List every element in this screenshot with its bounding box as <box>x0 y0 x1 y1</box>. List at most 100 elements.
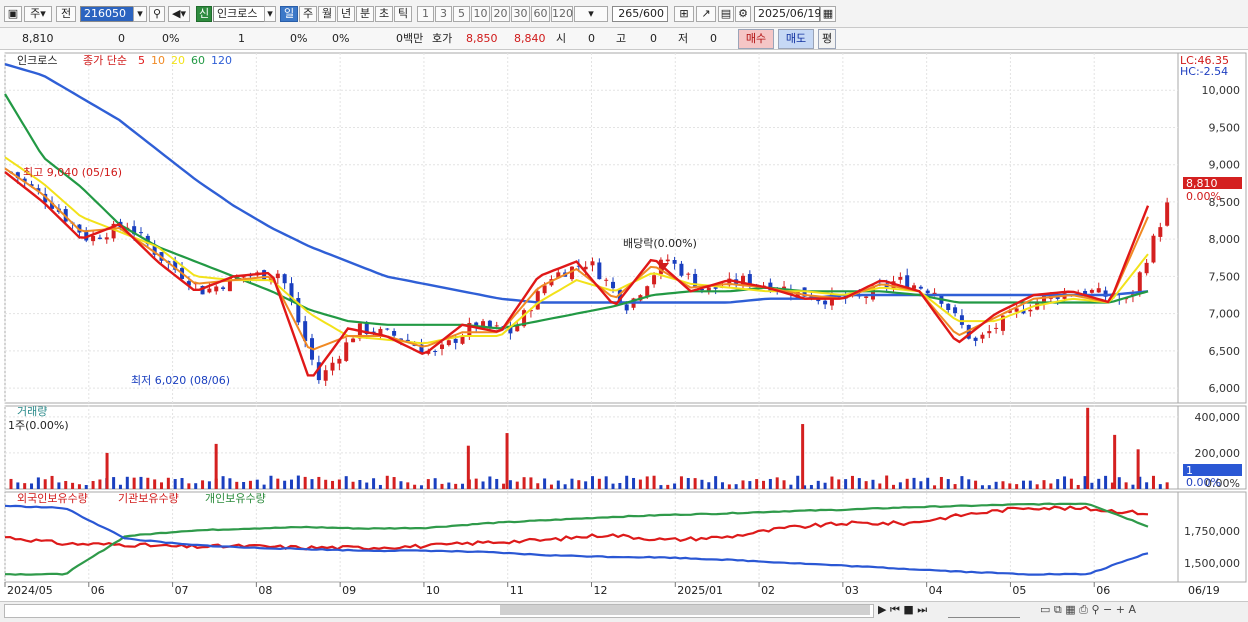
minute-step-6[interactable]: 60 <box>531 6 550 22</box>
volume-bar <box>433 478 437 489</box>
minute-step-5[interactable]: 30 <box>511 6 530 22</box>
view-icons[interactable]: ▭ ⧉ ▦ ⎙ ⚲ − + A <box>1040 603 1136 617</box>
volume-bar <box>1104 475 1108 489</box>
volume-bar <box>693 478 697 489</box>
price-tick-label: 10,000 <box>1202 84 1241 97</box>
ma-period-20: 20 <box>171 54 185 67</box>
volume-bar <box>84 485 88 489</box>
bid-value: 8,840 <box>514 32 546 45</box>
volume-bar <box>440 483 444 489</box>
minute-step-4[interactable]: 20 <box>491 6 510 22</box>
minute-step-2[interactable]: 5 <box>453 6 470 22</box>
volume-bar <box>1015 484 1019 489</box>
candle-type-icon[interactable]: ⊞ <box>674 6 694 22</box>
candle-body <box>323 370 328 381</box>
scroll-thumb[interactable] <box>500 605 870 615</box>
timeframe-6[interactable]: 틱 <box>394 6 412 22</box>
volume-bar <box>358 479 362 489</box>
timeframe-1[interactable]: 주 <box>299 6 317 22</box>
stop-icon[interactable]: ■ <box>903 603 913 616</box>
timeframe-2[interactable]: 월 <box>318 6 336 22</box>
volume-bar <box>160 482 164 489</box>
minute-step-1[interactable]: 3 <box>435 6 452 22</box>
volume-bar <box>905 478 909 489</box>
stock-code-input[interactable]: 216050 <box>80 6 138 22</box>
extra-select[interactable]: ▾ <box>574 6 608 22</box>
copy-icon[interactable]: ⧉ <box>1054 603 1062 616</box>
volume-bar <box>543 478 547 489</box>
chevron-down-icon[interactable]: ▾ <box>133 6 147 22</box>
candle-body <box>1014 308 1019 312</box>
price-panel-name-tag: 인크로스 <box>17 54 57 67</box>
timeframe-3[interactable]: 년 <box>337 6 355 22</box>
volume-bar <box>385 475 389 489</box>
month-label: 2024/05 <box>7 584 53 597</box>
candle-body <box>97 237 102 239</box>
volume-bar <box>809 484 813 489</box>
zoom-icon[interactable]: ⚲ <box>1091 603 1099 616</box>
draw-line-icon[interactable]: ↗ <box>696 6 716 22</box>
sell-button[interactable]: 매도 <box>778 29 814 49</box>
candle-body <box>597 262 602 280</box>
timeframe-4[interactable]: 분 <box>356 6 374 22</box>
period-unit-select[interactable]: 주▾ <box>24 6 52 22</box>
prev-button[interactable]: 전 <box>56 6 76 22</box>
volume-bar <box>768 478 772 489</box>
plus-icon[interactable]: + <box>1116 603 1125 616</box>
minus-icon[interactable]: − <box>1103 603 1112 616</box>
minute-step-7[interactable]: 120 <box>551 6 573 22</box>
volume-bar <box>522 477 526 489</box>
buy-button[interactable]: 매수 <box>738 29 774 49</box>
search-icon[interactable]: ⚲ <box>149 6 165 22</box>
zoom-slider[interactable] <box>948 603 1020 618</box>
candle-body <box>1151 235 1156 263</box>
volume-pct-tag: 0.00% <box>1186 476 1221 489</box>
volume-bar <box>878 483 882 489</box>
text-size-icon[interactable]: A <box>1128 603 1136 616</box>
play-controls[interactable]: ▶ ⏮ ■ ⏭ <box>878 603 927 617</box>
layout-split-icon[interactable]: ▭ <box>1040 603 1050 616</box>
timeframe-5[interactable]: 초 <box>375 6 393 22</box>
volume-bar <box>734 484 738 489</box>
open-label: 시 <box>556 32 567 45</box>
dropdown-icon[interactable]: ▾ <box>264 6 276 22</box>
speaker-icon[interactable]: ◀▾ <box>168 6 190 22</box>
grid-icon[interactable]: ▦ <box>1065 603 1075 616</box>
candle-body <box>994 327 999 329</box>
volume-bar <box>974 480 978 489</box>
month-label: 10 <box>426 584 440 597</box>
layout-icon[interactable]: ▣ <box>4 6 22 22</box>
save-icon[interactable]: ▤ <box>718 6 734 22</box>
calendar-icon[interactable]: ▦ <box>820 6 836 22</box>
rewind-icon[interactable]: ⏮ <box>890 603 900 616</box>
volume-bar <box>796 475 800 489</box>
forward-icon[interactable]: ⏭ <box>917 603 927 616</box>
volume-bar <box>679 476 683 489</box>
volume-bar <box>207 481 211 489</box>
timeframe-0[interactable]: 일 <box>280 6 298 22</box>
bar-count-field[interactable]: 265/600 <box>612 6 668 22</box>
volume-bar <box>844 479 848 489</box>
volume-bar <box>419 485 423 489</box>
date-field[interactable]: 2025/06/19 <box>754 6 821 22</box>
volume-bar <box>1028 480 1032 489</box>
amount-value: 0백만 <box>396 32 424 45</box>
volume-bar <box>933 485 937 489</box>
volume-bar <box>898 482 902 489</box>
volume-bar <box>714 476 718 489</box>
minute-step-3[interactable]: 10 <box>471 6 490 22</box>
gear-icon[interactable]: ⚙ <box>735 6 751 22</box>
month-label: 11 <box>510 584 524 597</box>
volume-bar <box>139 476 143 489</box>
avg-button[interactable]: 평 <box>818 29 836 49</box>
print-icon[interactable]: ⎙ <box>1079 603 1088 616</box>
current-pct-tag: 0.00% <box>1186 190 1221 203</box>
month-label: 08 <box>258 584 272 597</box>
volume-bar <box>529 477 533 489</box>
minute-step-0[interactable]: 1 <box>417 6 434 22</box>
volume-bar <box>885 475 889 489</box>
volume-bar <box>64 480 68 489</box>
play-icon[interactable]: ▶ <box>878 603 886 616</box>
stock-chart[interactable]: 6,0006,5007,0007,5008,0008,5009,0009,500… <box>0 50 1248 621</box>
volume-bar <box>30 483 34 489</box>
